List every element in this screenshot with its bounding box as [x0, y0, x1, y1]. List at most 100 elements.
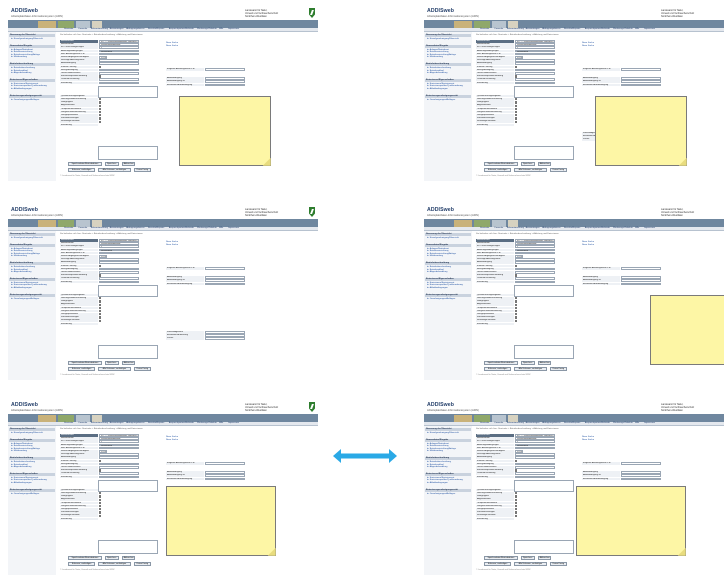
action-button[interactable]: Speicherdaten/Betriebsdaten	[484, 162, 518, 166]
field-input[interactable]	[99, 78, 139, 81]
notes-textarea[interactable]	[514, 345, 574, 359]
checkbox[interactable]	[99, 297, 102, 300]
menu-item[interactable]: Auswertungen	[110, 227, 124, 229]
field-input[interactable]	[205, 267, 245, 270]
field-input[interactable]	[205, 471, 245, 474]
checkbox[interactable]	[99, 120, 102, 123]
field-input[interactable]: Verwaltungsgebäude	[99, 242, 139, 245]
checkbox[interactable]	[99, 313, 102, 316]
menu-item[interactable]: Formular	[79, 422, 88, 424]
field-input[interactable]	[99, 280, 139, 284]
menu-item[interactable]: Impressum	[644, 422, 655, 424]
checkbox[interactable]	[515, 120, 518, 123]
sidebar-link[interactable]: ► Genehmigungen/Auflagen	[427, 298, 455, 300]
sidebar-link[interactable]: ► Ableitbedingungen	[427, 287, 448, 289]
checkbox[interactable]	[515, 110, 518, 114]
field-input[interactable]	[515, 62, 555, 65]
field-input[interactable]	[205, 276, 245, 279]
comment-textarea[interactable]	[514, 480, 574, 492]
checkbox[interactable]	[99, 306, 102, 309]
menu-item[interactable]: Auswertungen	[526, 422, 540, 424]
field-input[interactable]	[621, 282, 661, 286]
checkbox[interactable]	[515, 306, 518, 309]
field-input[interactable]: Schornstein	[515, 248, 555, 252]
field-input[interactable]	[621, 474, 661, 477]
action-button[interactable]: Speicherdaten/Betriebsdaten	[68, 556, 102, 560]
new-search-link[interactable]: Neue Suche	[166, 244, 178, 246]
sidebar-link[interactable]: ► Meldeumfang	[11, 450, 27, 452]
action-button[interactable]: Alle Erfassen, vorläufigen	[514, 168, 547, 172]
field-input[interactable]: Verwaltungsgebäude	[515, 242, 555, 245]
action-button[interactable]: Abbrechen	[121, 556, 136, 560]
field-input[interactable]	[515, 267, 555, 271]
checkbox[interactable]	[99, 511, 102, 514]
action-button[interactable]: Daten Fertig	[133, 562, 151, 566]
new-search-link[interactable]: Neue Suche	[582, 436, 594, 438]
checkbox[interactable]	[515, 104, 518, 107]
checkbox[interactable]	[515, 114, 518, 117]
sidebar-link[interactable]: ► Ableitbedingungen	[427, 482, 448, 484]
sidebar-link[interactable]: ► Abgasbehandlung	[11, 72, 31, 74]
checkbox[interactable]	[515, 65, 518, 68]
menu-item[interactable]: Impressum	[228, 422, 239, 424]
menu-item[interactable]: Bekanntmachung	[507, 227, 524, 229]
notes-textarea[interactable]	[98, 345, 158, 359]
action-button[interactable]: Daten Fertig	[133, 168, 151, 172]
field-input[interactable]	[99, 68, 139, 72]
comment-textarea[interactable]	[514, 86, 574, 98]
action-button[interactable]: Speichern	[520, 361, 535, 365]
field-input[interactable]	[621, 462, 661, 465]
menu-item[interactable]: Abfrageergebnisse	[542, 28, 560, 30]
menu-item[interactable]: Auswertungen	[110, 422, 124, 424]
field-input[interactable]	[621, 279, 661, 282]
sidebar-link[interactable]: ► Einzelgenehmigung/Übersicht	[427, 432, 459, 434]
sidebar-link[interactable]: ► Meldeumfang	[427, 255, 443, 257]
checkbox[interactable]	[515, 492, 518, 495]
field-input[interactable]	[515, 446, 555, 450]
menu-item[interactable]: Formular	[495, 28, 504, 30]
field-input[interactable]	[515, 277, 555, 280]
field-input[interactable]	[99, 453, 139, 456]
field-input[interactable]	[621, 471, 661, 474]
menu-item[interactable]: Werkzeuge/Zubehör	[613, 28, 633, 30]
sidebar-link[interactable]: ► Abgasbehandlung	[11, 466, 31, 468]
sidebar-link[interactable]: ► Genehmigungen/Auflagen	[11, 99, 39, 101]
field-input[interactable]	[99, 261, 139, 264]
field-input[interactable]	[515, 81, 555, 85]
new-search-link[interactable]: Neue Suche	[166, 241, 178, 243]
checkbox[interactable]	[99, 114, 102, 117]
action-button[interactable]: Speichern	[104, 556, 119, 560]
menu-item[interactable]: Formular	[79, 28, 88, 30]
field-input[interactable]	[515, 475, 555, 479]
field-input[interactable]	[515, 251, 555, 255]
action-button[interactable]: Alle Erfassen, vorläufigen	[514, 367, 547, 371]
menu-item[interactable]: Abfrageergebnisse	[542, 227, 560, 229]
field-input[interactable]: 1	[99, 440, 139, 443]
field-input[interactable]	[515, 258, 555, 261]
action-button[interactable]: Daten Fertig	[549, 367, 567, 371]
menu-item[interactable]: Impressum	[228, 227, 239, 229]
checkbox[interactable]	[515, 274, 518, 277]
field-input[interactable]	[99, 62, 139, 65]
field-input[interactable]	[515, 462, 555, 466]
menu-item[interactable]: Werkzeuge/Zubehör	[197, 28, 217, 30]
menu-item[interactable]: Hilfe	[635, 227, 639, 229]
field-input[interactable]	[205, 83, 245, 87]
field-input[interactable]: Verwaltungsgebäude	[515, 43, 555, 46]
field-input[interactable]	[515, 280, 555, 284]
sidebar-link[interactable]: ► Genehmigungen/Auflagen	[427, 99, 455, 101]
field-input[interactable]	[621, 276, 661, 279]
action-button[interactable]: Alle Erfassen, vorläufigen	[98, 168, 131, 172]
sidebar-link[interactable]: ► Genehmigungen/Auflagen	[11, 298, 39, 300]
checkbox[interactable]	[99, 117, 102, 120]
action-button[interactable]: Speicherdaten/Betriebsdaten	[68, 361, 102, 365]
menu-item[interactable]: Bekanntmachung	[507, 422, 524, 424]
menu-item[interactable]: Auswertungen	[526, 227, 540, 229]
field-input[interactable]	[99, 258, 139, 261]
field-input[interactable]: 1	[515, 440, 555, 443]
checkbox[interactable]	[99, 459, 102, 462]
menu-item[interactable]: Abfrageergebnisse	[542, 422, 560, 424]
action-button[interactable]: Daten Fertig	[133, 367, 151, 371]
checkbox[interactable]	[515, 303, 518, 306]
menu-item[interactable]: Ansprechpartner/Behörde	[585, 227, 610, 229]
